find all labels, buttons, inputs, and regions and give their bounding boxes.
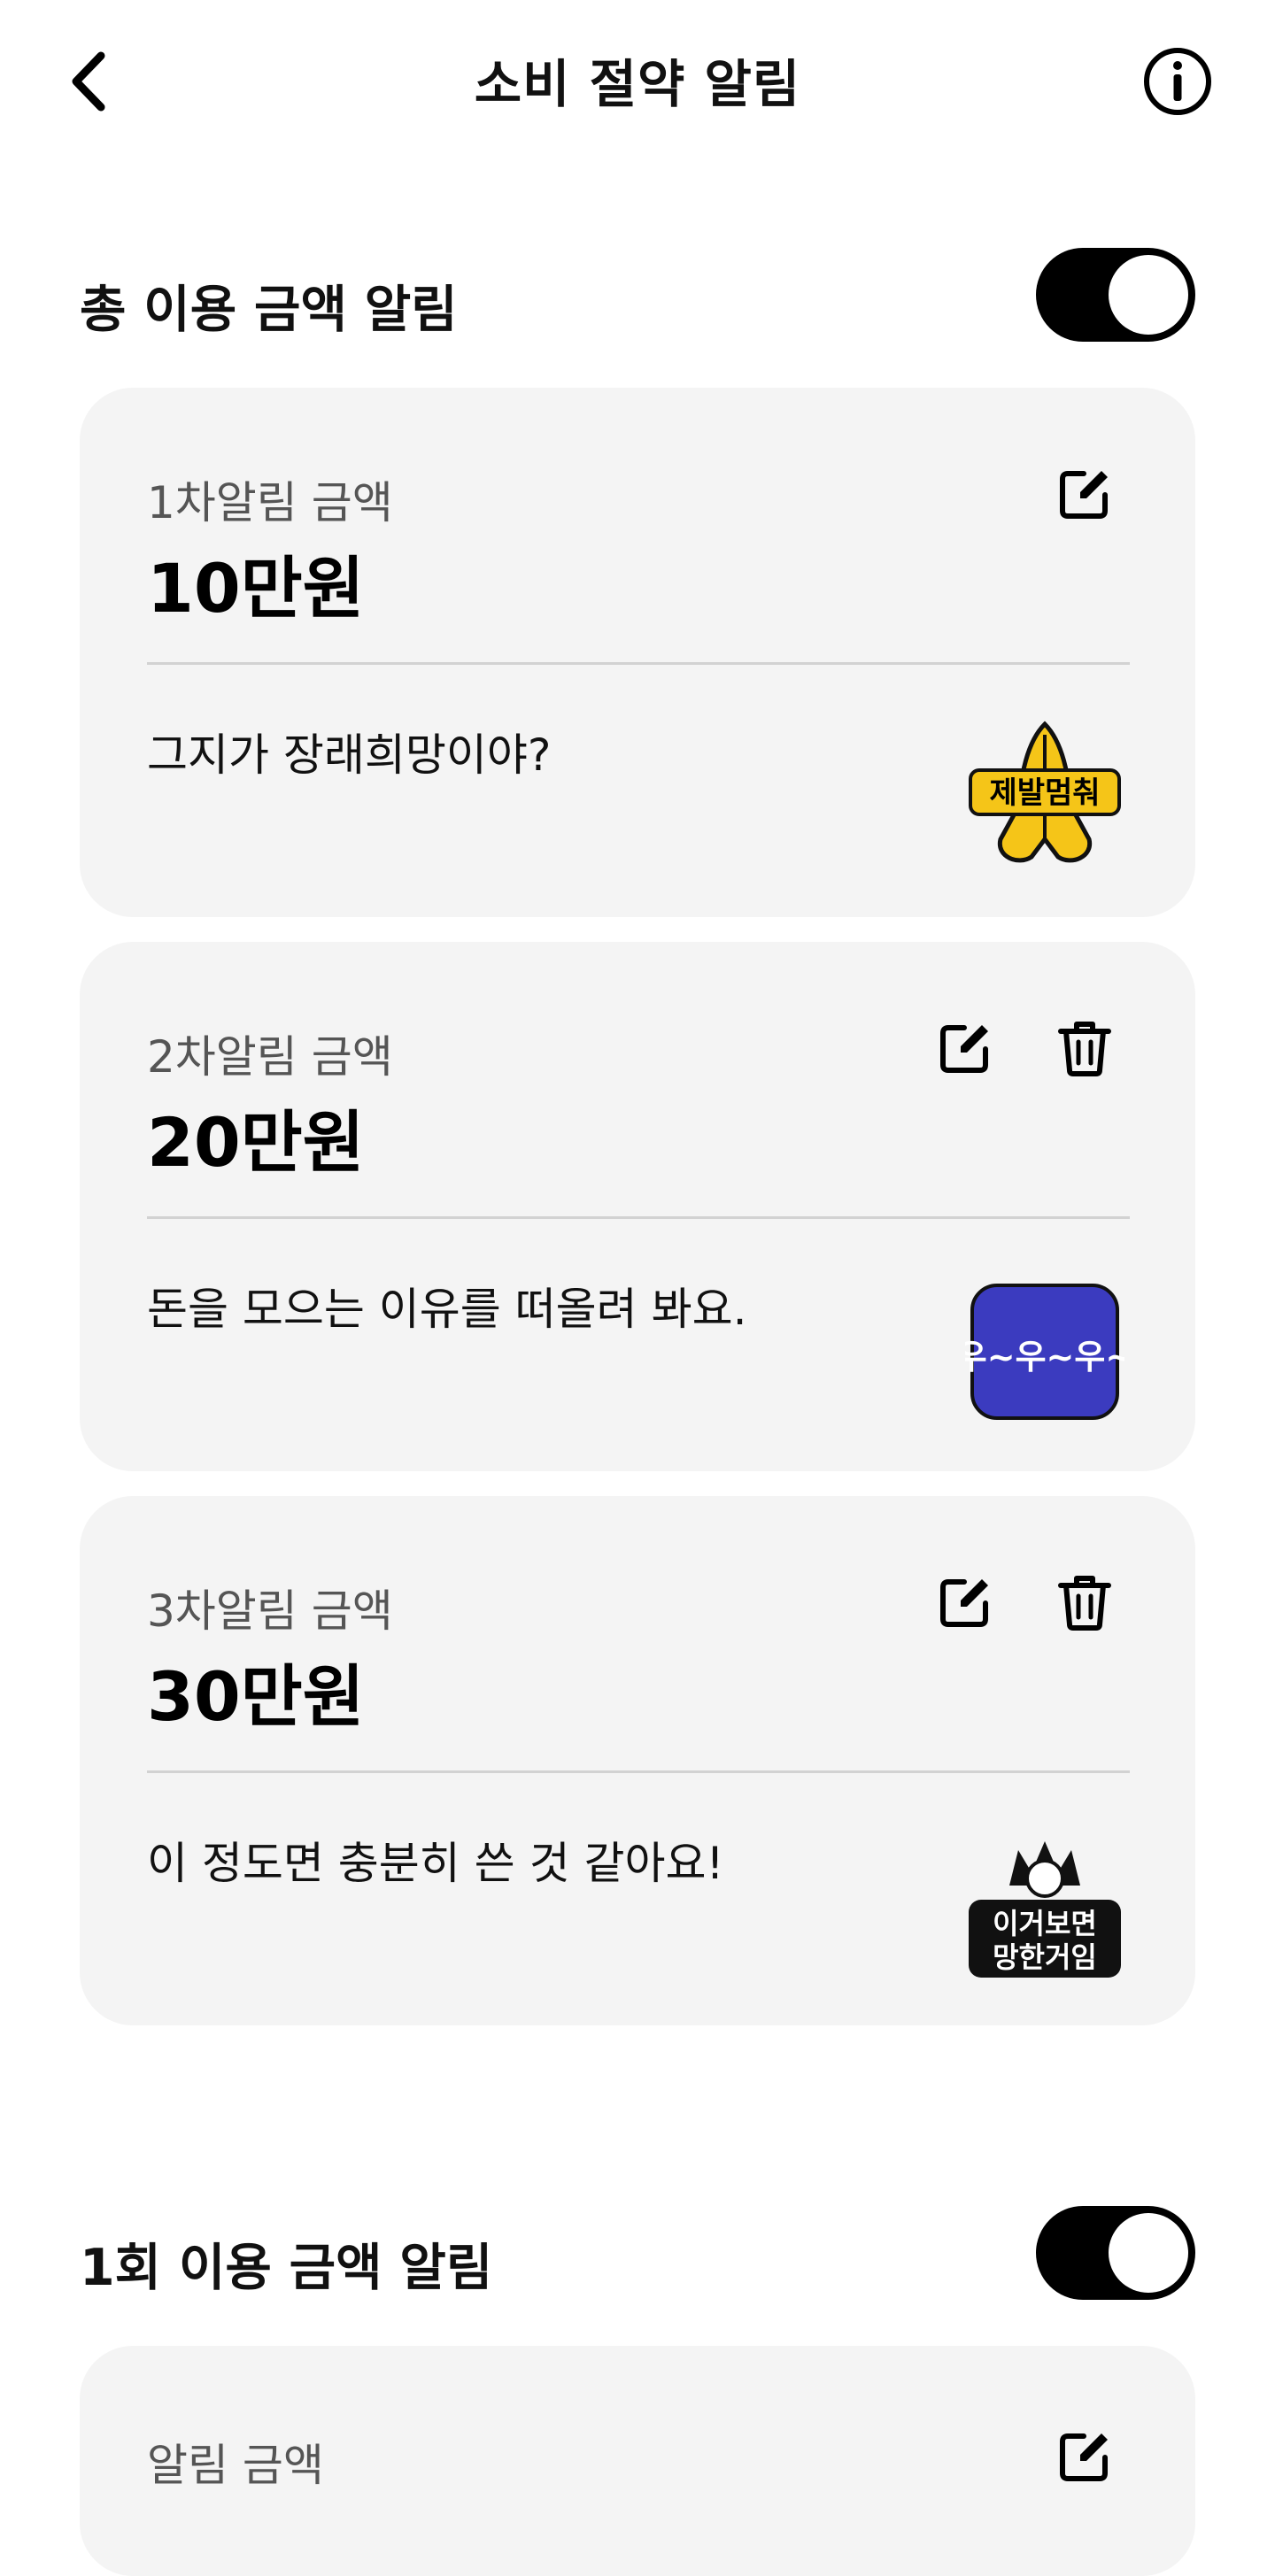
edit-icon: [1060, 2433, 1108, 2481]
edit-icon: [940, 1025, 988, 1073]
sticker-text-line-2: 망한거임: [993, 1940, 1097, 1974]
card-divider: [147, 1770, 1130, 1773]
sticker-text: 제발멈춰: [989, 775, 1100, 811]
edit-icon: [940, 1579, 988, 1627]
card-divider: [147, 1216, 1130, 1219]
trash-icon: [1058, 1022, 1111, 1076]
alert-card-label: 알림 금액: [147, 2440, 324, 2491]
total-alert-header: 총 이용 금액 알림: [80, 248, 1195, 345]
toggle-knob: [1109, 2213, 1188, 2293]
edit-button[interactable]: [1054, 2426, 1116, 2487]
alert-card-message: 이 정도면 충분히 쓴 것 같아요!: [147, 1838, 724, 1889]
single-alert-toggle[interactable]: [1036, 2206, 1195, 2300]
alert-card-amount: 10만원: [147, 549, 365, 628]
crying-face-sticker: 이거보면 망한거임: [969, 1841, 1121, 1978]
toggle-knob: [1109, 255, 1188, 335]
single-alert-title: 1회 이용 금액 알림: [80, 2239, 493, 2297]
page-title: 소비 절약 알림: [474, 54, 801, 114]
info-button[interactable]: [1142, 46, 1213, 117]
delete-button[interactable]: [1054, 1571, 1116, 1633]
alert-card-message: 그지가 장래희망이야?: [147, 729, 552, 781]
card-divider: [147, 662, 1130, 665]
single-alert-header: 1회 이용 금액 알림: [80, 2206, 1195, 2303]
edit-button[interactable]: [934, 1571, 996, 1633]
delete-button[interactable]: [1054, 1017, 1116, 1079]
alert-card-amount: 30만원: [147, 1657, 365, 1736]
top-bar: 소비 절약 알림: [0, 0, 1275, 159]
alert-card-label: 1차알림 금액: [147, 477, 393, 528]
alert-card-amount: 20만원: [147, 1103, 365, 1182]
sticker-text-line-1: 이거보면: [993, 1907, 1097, 1940]
trash-icon: [1058, 1576, 1111, 1631]
edit-icon: [1060, 471, 1108, 519]
alert-card-label: 3차알림 금액: [147, 1585, 393, 1637]
praying-hands-sticker: 제발멈춰: [969, 721, 1121, 863]
alert-card-2: 2차알림 금액 20만원 돈을 모으는 이유를 떠올려 봐요. 우~우~우~: [80, 942, 1195, 1471]
total-alert-title: 총 이용 금액 알림: [80, 281, 458, 339]
total-alert-toggle[interactable]: [1036, 248, 1195, 342]
single-alert-card: 알림 금액: [80, 2346, 1195, 2576]
alert-card-message: 돈을 모으는 이유를 떠올려 봐요.: [147, 1284, 747, 1335]
alert-card-label: 2차알림 금액: [147, 1031, 393, 1083]
alert-card-3: 3차알림 금액 30만원 이 정도면 충분히 쓴 것 같아요! 이거보면 망한거…: [80, 1496, 1195, 2025]
info-circle-icon: [1144, 48, 1211, 115]
edit-button[interactable]: [1054, 463, 1116, 525]
woo-woo-sticker: 우~우~우~: [965, 1284, 1124, 1420]
alert-card-1: 1차알림 금액 10만원 그지가 장래희망이야? 제발멈춰: [80, 388, 1195, 917]
edit-button[interactable]: [934, 1017, 996, 1079]
sticker-text: 우~우~우~: [965, 1338, 1124, 1377]
